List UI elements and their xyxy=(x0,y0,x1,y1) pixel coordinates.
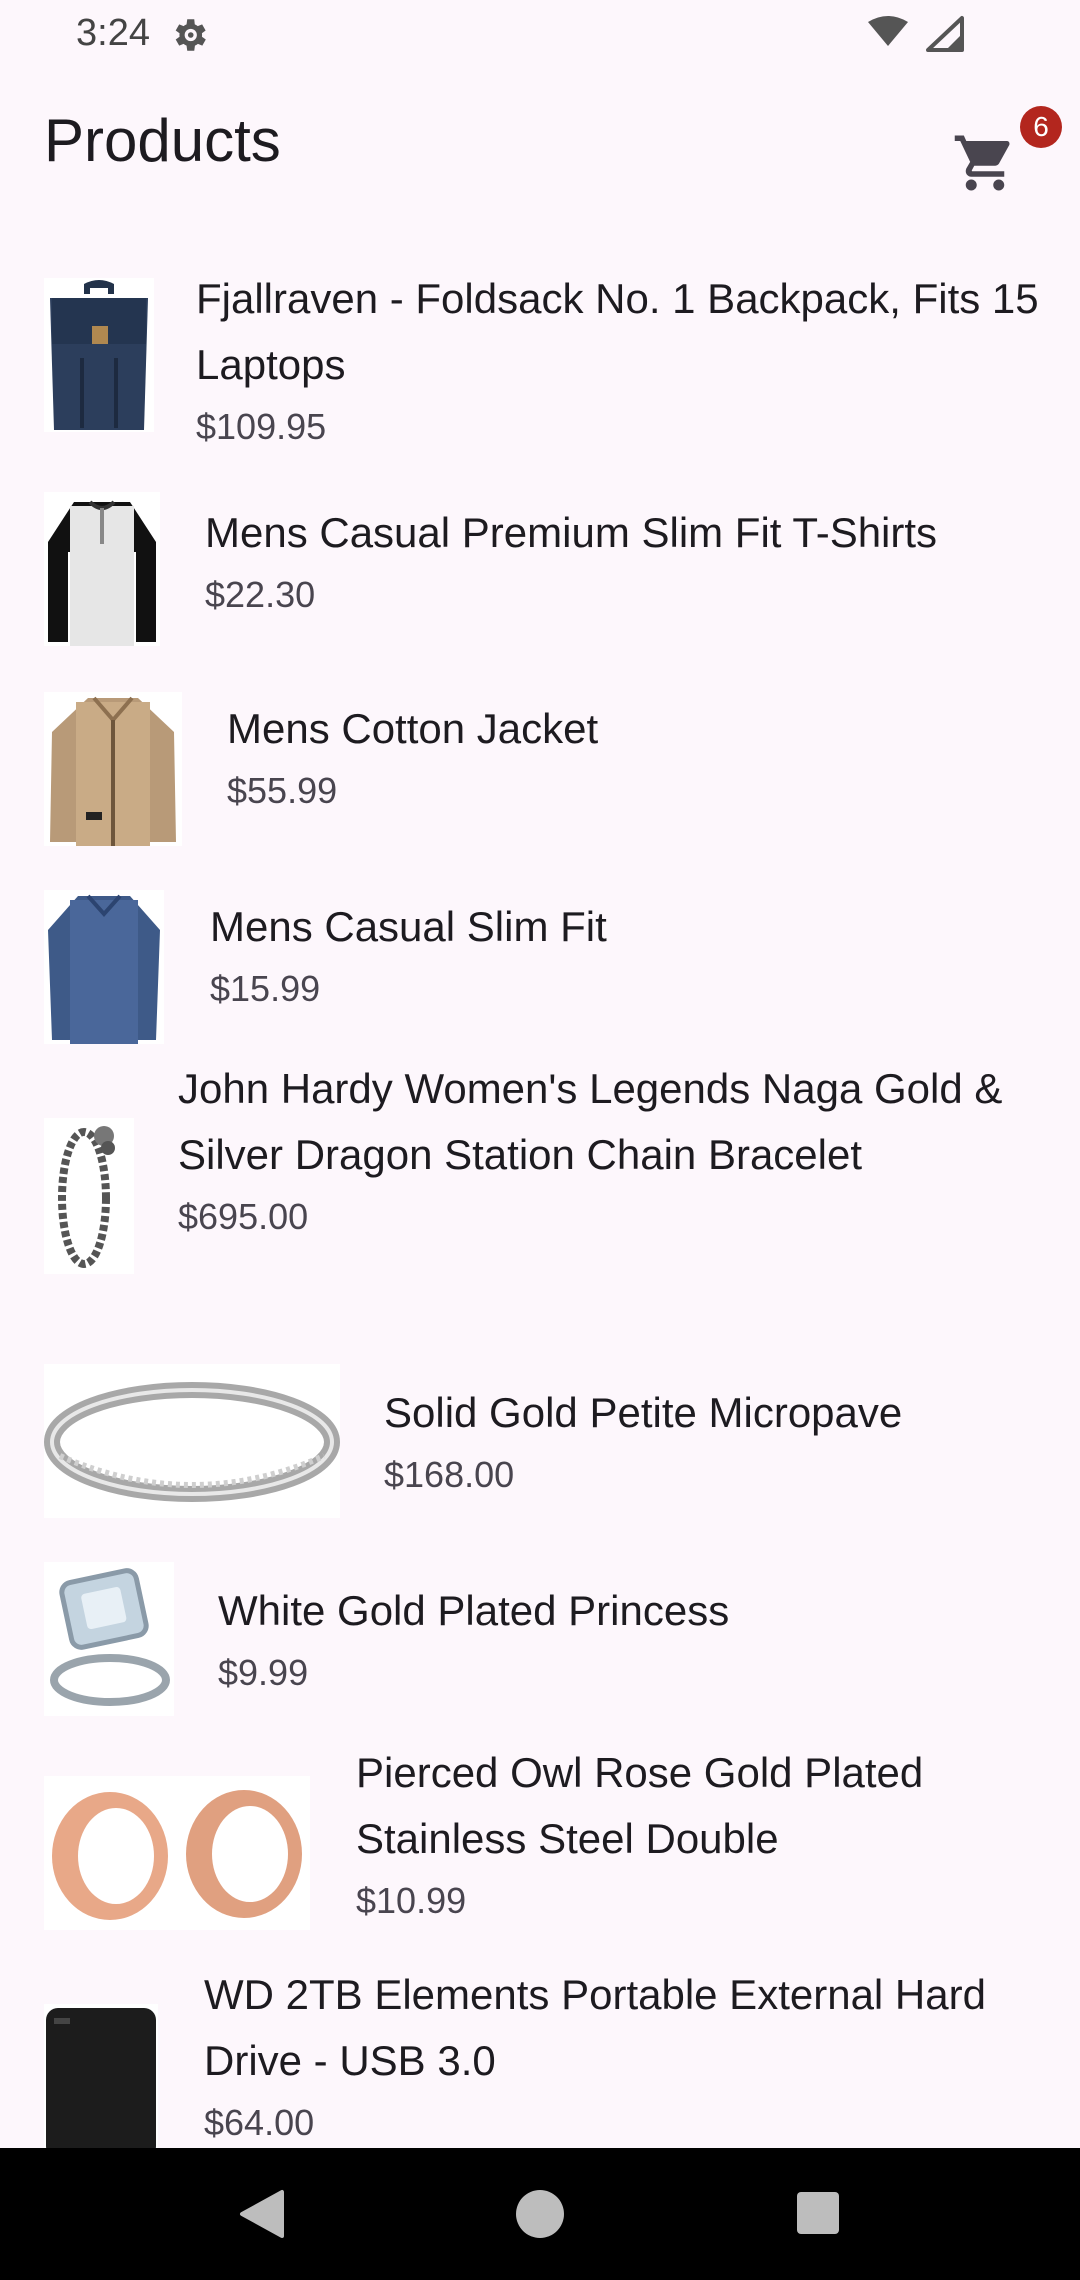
back-triangle-icon[interactable] xyxy=(238,2188,286,2240)
wifi-icon xyxy=(868,16,908,46)
product-row-long-sleeve-shirt[interactable]: Mens Casual Slim Fit $15.99 xyxy=(0,848,1080,1046)
product-price: $109.95 xyxy=(196,406,327,447)
product-info: Mens Casual Slim Fit $15.99 xyxy=(210,894,1056,1014)
product-price: $9.99 xyxy=(218,1652,309,1693)
product-row-ring[interactable]: Solid Gold Petite Micropave $168.00 xyxy=(0,1336,1080,1534)
product-price: $64.00 xyxy=(204,2102,315,2143)
cart-button[interactable]: 6 xyxy=(938,106,1062,206)
product-info: Pierced Owl Rose Gold Plated Stainless S… xyxy=(356,1740,1056,1926)
system-navigation-bar xyxy=(0,2148,1080,2280)
product-image-backpack xyxy=(44,278,154,432)
page-title: Products xyxy=(44,107,281,174)
product-title: Mens Casual Premium Slim Fit T-Shirts xyxy=(205,509,938,556)
product-price: $22.30 xyxy=(205,574,316,615)
product-title: WD 2TB Elements Portable External Hard D… xyxy=(204,1971,986,2084)
app-bar: Products 6 xyxy=(0,70,1080,220)
product-info: Fjallraven - Foldsack No. 1 Backpack, Fi… xyxy=(196,266,1056,452)
recents-square-icon[interactable] xyxy=(797,2192,839,2234)
product-image-t-shirt xyxy=(44,492,160,646)
product-row-diamond-ring[interactable]: White Gold Plated Princess $9.99 xyxy=(0,1534,1080,1732)
product-title: White Gold Plated Princess xyxy=(218,1587,730,1634)
product-info: John Hardy Women's Legends Naga Gold & S… xyxy=(178,1056,1056,1242)
product-info: Solid Gold Petite Micropave $168.00 xyxy=(384,1380,1056,1500)
settings-gear-icon xyxy=(175,19,206,51)
home-circle-icon[interactable] xyxy=(516,2190,564,2238)
product-image-diamond-ring xyxy=(44,1562,174,1716)
product-row-ear-tunnels[interactable]: Pierced Owl Rose Gold Plated Stainless S… xyxy=(0,1732,1080,1962)
product-price: $10.99 xyxy=(356,1880,467,1921)
product-title: Pierced Owl Rose Gold Plated Stainless S… xyxy=(356,1749,924,1862)
product-info: Mens Casual Premium Slim Fit T-Shirts $2… xyxy=(205,500,1056,620)
product-price: $15.99 xyxy=(210,968,321,1009)
product-price: $55.99 xyxy=(227,770,338,811)
product-image-long-sleeve-shirt xyxy=(44,890,164,1044)
product-title: Mens Cotton Jacket xyxy=(227,705,599,752)
cart-count-badge: 6 xyxy=(1020,106,1062,148)
shopping-cart-icon xyxy=(954,135,1010,191)
product-title: Solid Gold Petite Micropave xyxy=(384,1389,903,1436)
product-title: Mens Casual Slim Fit xyxy=(210,903,607,950)
product-row-hard-drive[interactable]: WD 2TB Elements Portable External Hard D… xyxy=(0,1962,1080,2148)
status-icons xyxy=(868,16,964,52)
product-image-ring xyxy=(44,1364,340,1518)
product-list[interactable]: Fjallraven - Foldsack No. 1 Backpack, Fi… xyxy=(0,220,1080,2148)
product-image-ear-tunnels xyxy=(44,1776,310,1930)
product-row-backpack[interactable]: Fjallraven - Foldsack No. 1 Backpack, Fi… xyxy=(0,242,1080,452)
product-title: Fjallraven - Foldsack No. 1 Backpack, Fi… xyxy=(196,275,1039,388)
product-info: White Gold Plated Princess $9.99 xyxy=(218,1578,1056,1698)
product-image-jacket xyxy=(44,692,182,846)
product-title: John Hardy Women's Legends Naga Gold & S… xyxy=(178,1065,1003,1178)
product-image-bracelet xyxy=(44,1118,134,1274)
product-row-bracelet[interactable]: John Hardy Women's Legends Naga Gold & S… xyxy=(0,1046,1080,1336)
product-row-t-shirt[interactable]: Mens Casual Premium Slim Fit T-Shirts $2… xyxy=(0,452,1080,650)
product-row-jacket[interactable]: Mens Cotton Jacket $55.99 xyxy=(0,650,1080,848)
product-image-hard-drive xyxy=(44,2004,158,2148)
status-bar: 3:24 xyxy=(0,0,1080,70)
product-price: $168.00 xyxy=(384,1454,515,1495)
status-time: 3:24 xyxy=(76,12,150,54)
product-price: $695.00 xyxy=(178,1196,309,1237)
product-info: WD 2TB Elements Portable External Hard D… xyxy=(204,1962,1056,2148)
product-info: Mens Cotton Jacket $55.99 xyxy=(227,696,1056,816)
